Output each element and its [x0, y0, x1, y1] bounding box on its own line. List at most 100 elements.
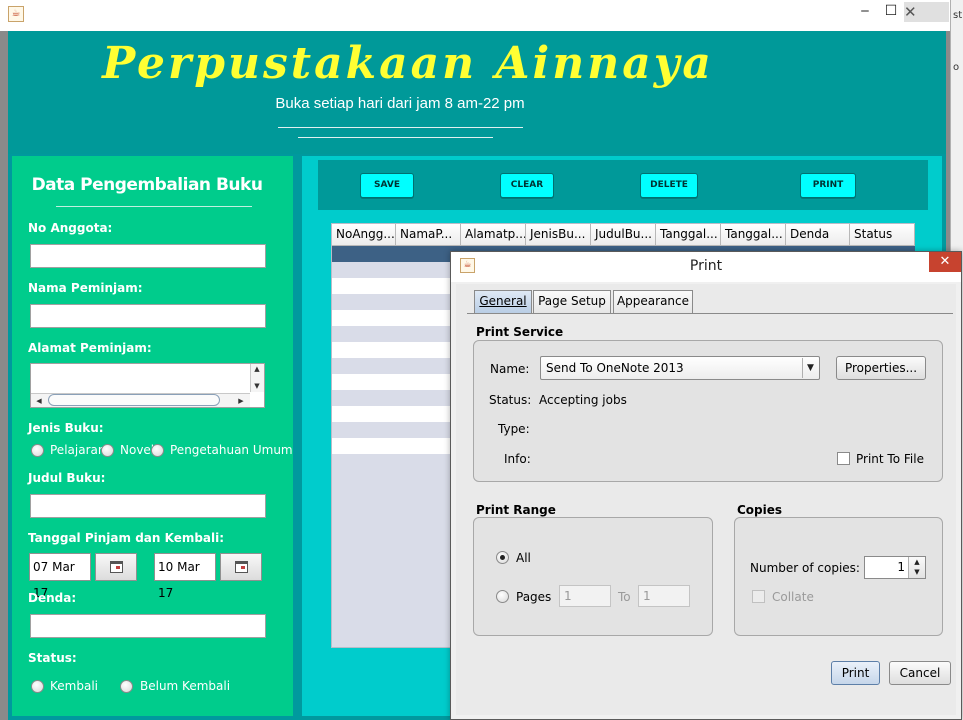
tanggal-kembali-field[interactable]: 10 Mar 17: [154, 553, 216, 600]
window-close-button[interactable]: ✕: [904, 2, 949, 22]
spinner-up-icon[interactable]: ▲: [909, 557, 925, 567]
table-header-cell[interactable]: Tanggal...: [721, 224, 786, 246]
jenis-novel-radio[interactable]: [101, 444, 114, 457]
table-header-cell[interactable]: JenisBu...: [526, 224, 591, 246]
nama-peminjam-input[interactable]: [30, 304, 266, 328]
range-all-radio[interactable]: [496, 551, 509, 564]
status-kembali-radio[interactable]: [31, 680, 44, 693]
denda-label: Denda:: [28, 591, 77, 605]
table-row[interactable]: [332, 438, 450, 454]
range-pages-label[interactable]: Pages: [516, 590, 551, 604]
table-header-cell[interactable]: NamaP...: [396, 224, 461, 246]
table-header-cell[interactable]: NoAngg...: [332, 224, 396, 246]
judul-buku-label: Judul Buku:: [28, 471, 106, 485]
jenis-pelajaran-label[interactable]: Pelajaran: [50, 443, 105, 457]
table-row[interactable]: [332, 342, 450, 358]
alamat-scroll-thumb[interactable]: [48, 394, 220, 406]
main-window-titlebar: [0, 0, 963, 31]
scroll-up-icon[interactable]: ▲: [251, 364, 263, 374]
table-header-cell[interactable]: Alamatp...: [461, 224, 526, 246]
status-belum-kembali-radio[interactable]: [120, 680, 133, 693]
printer-name-select[interactable]: Send To OneNote 2013: [540, 356, 820, 380]
app-subtitle: Buka setiap hari dari jam 8 am-22 pm: [275, 95, 525, 112]
jenis-pelajaran-radio[interactable]: [31, 444, 44, 457]
tab-page-setup[interactable]: Page Setup: [533, 290, 611, 313]
jenis-buku-label: Jenis Buku:: [28, 421, 104, 435]
calendar-icon: [235, 561, 248, 573]
printer-name-label: Name:: [490, 362, 530, 376]
scroll-right-icon[interactable]: ▶: [235, 396, 247, 406]
table-header-cell[interactable]: Tanggal...: [656, 224, 721, 246]
print-dialog-title: Print: [689, 258, 723, 274]
print-button[interactable]: PRINT: [800, 173, 856, 198]
clear-button[interactable]: CLEAR: [500, 173, 554, 198]
delete-button[interactable]: DELETE: [640, 173, 698, 198]
table-row[interactable]: [332, 310, 450, 326]
table-row[interactable]: [332, 374, 450, 390]
save-button[interactable]: SAVE: [360, 173, 414, 198]
scroll-left-icon[interactable]: ◀: [33, 396, 45, 406]
printer-status-label: Status:: [489, 393, 532, 407]
dialog-close-button[interactable]: ✕: [929, 252, 961, 272]
status-label: Status:: [28, 651, 77, 665]
minimize-button[interactable]: ‒: [852, 2, 878, 22]
form-title: Data Pengembalian Buku: [31, 175, 263, 195]
pages-to-input[interactable]: 1: [638, 585, 690, 607]
dialog-cancel-button[interactable]: Cancel: [889, 661, 951, 685]
spinner-buttons[interactable]: ▲ ▼: [908, 557, 925, 578]
maximize-button[interactable]: ☐: [878, 2, 904, 22]
collate-label: Collate: [772, 590, 814, 604]
tab-general[interactable]: General: [474, 290, 532, 314]
table-row[interactable]: [332, 406, 450, 422]
no-anggota-label: No Anggota:: [28, 221, 113, 235]
background-window-text: st: [953, 10, 963, 21]
table-header-cell[interactable]: JudulBu...: [591, 224, 656, 246]
tab-general-label: General: [479, 294, 527, 308]
status-belum-kembali-label[interactable]: Belum Kembali: [140, 679, 230, 693]
number-of-copies-label: Number of copies:: [750, 561, 860, 575]
header-divider: [278, 127, 523, 128]
print-to-file-checkbox[interactable]: [837, 452, 850, 465]
nama-peminjam-label: Nama Peminjam:: [28, 281, 143, 295]
alamat-peminjam-label: Alamat Peminjam:: [28, 341, 152, 355]
printer-status-value: Accepting jobs: [539, 393, 627, 407]
tanggal-kembali-calendar-button[interactable]: [220, 553, 262, 581]
pages-to-label: To: [618, 590, 631, 604]
jenis-pengetahuan-umum-label[interactable]: Pengetahuan Umum: [170, 443, 293, 457]
judul-buku-input[interactable]: [30, 494, 266, 518]
java-app-icon: ☕: [8, 6, 24, 22]
tanggal-pinjam-field[interactable]: 07 Mar 17: [29, 553, 91, 600]
tanggal-pinjam-calendar-button[interactable]: [95, 553, 137, 581]
jenis-novel-label[interactable]: Novel: [120, 443, 154, 457]
spinner-down-icon[interactable]: ▼: [909, 567, 925, 577]
range-all-label[interactable]: All: [516, 551, 531, 565]
properties-button[interactable]: Properties...: [836, 356, 926, 380]
printer-info-label: Info:: [504, 452, 531, 466]
print-range-heading: Print Range: [476, 503, 556, 517]
collate-checkbox[interactable]: [752, 590, 765, 603]
copies-heading: Copies: [737, 503, 783, 517]
tanggal-label: Tanggal Pinjam dan Kembali:: [28, 531, 225, 545]
pages-from-input[interactable]: 1: [559, 585, 611, 607]
no-anggota-input[interactable]: [30, 244, 266, 268]
denda-input[interactable]: [30, 614, 266, 638]
table-row[interactable]: [332, 278, 450, 294]
status-kembali-label[interactable]: Kembali: [50, 679, 98, 693]
jenis-pengetahuan-umum-radio[interactable]: [151, 444, 164, 457]
calendar-icon: [110, 561, 123, 573]
table-header-cell[interactable]: Status: [850, 224, 915, 246]
dialog-print-button[interactable]: Print: [831, 661, 880, 685]
print-range-group: [473, 517, 713, 636]
header-divider: [298, 137, 493, 138]
close-icon: ✕: [904, 3, 917, 21]
print-to-file-label[interactable]: Print To File: [856, 452, 924, 466]
alamat-vertical-scrollbar[interactable]: ▲ ▼: [250, 364, 264, 392]
chevron-down-icon[interactable]: ▼: [802, 358, 818, 378]
range-pages-radio[interactable]: [496, 590, 509, 603]
tab-appearance[interactable]: Appearance: [613, 290, 693, 313]
scroll-down-icon[interactable]: ▼: [251, 381, 263, 391]
background-window-text: o: [953, 62, 960, 73]
printer-type-label: Type:: [498, 422, 530, 436]
app-title: Perpustakaan Ainnaya: [102, 38, 714, 89]
table-header-cell[interactable]: Denda: [786, 224, 850, 246]
